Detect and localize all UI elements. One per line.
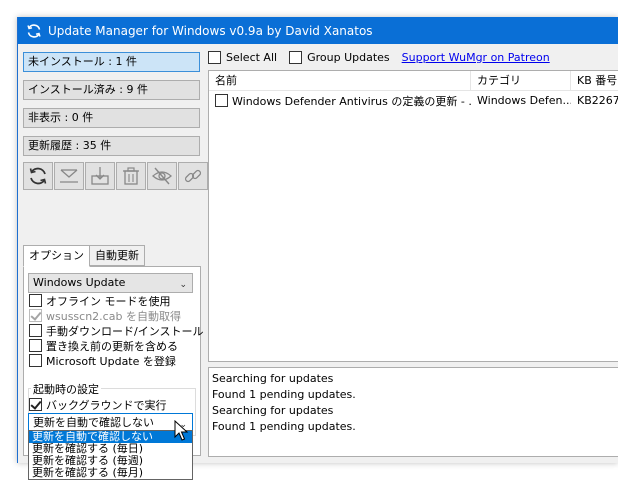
checkbox-label: バックグラウンドで実行 [46,398,167,412]
log-line: Searching for updates [212,404,334,417]
checkbox-box [29,324,42,337]
startup-check-value: 更新を自動で確認しない [33,416,154,429]
action-toolbar [23,162,209,190]
select-all-checkbox[interactable]: Select All [208,50,278,64]
run-in-background-checkbox[interactable]: バックグラウンドで実行 [29,397,167,412]
install-icon [91,167,109,185]
list-options-bar: Select All Group Updates Support WuMgr o… [208,46,550,68]
list-header: 名前 カテゴリ KB 番号 [209,71,618,91]
checkbox-box [29,294,42,307]
hide-button[interactable] [147,162,177,190]
update-source-value: Windows Update [33,276,126,289]
startup-check-dropdown: 更新を自動で確認しない 更新を確認する (毎日) 更新を確認する (毎週) 更新… [28,430,193,480]
log-output: Searching for updates Found 1 pending up… [208,367,618,457]
checkbox-box [208,50,221,64]
tab-options[interactable]: オプション [23,245,90,267]
download-icon [60,169,78,183]
startup-group-label: 起動時の設定 [31,381,101,397]
link-button[interactable] [178,162,208,190]
patreon-link[interactable]: Support WuMgr on Patreon [402,51,550,64]
hide-icon [152,167,172,185]
uninstall-button[interactable] [116,162,146,190]
checkbox-box [29,354,42,367]
column-kb[interactable]: KB 番号 [571,71,618,91]
row-checkbox[interactable] [215,94,228,107]
table-row[interactable]: Windows Defender Antivirus の定義の更新 - ... … [209,91,618,110]
checkbox-label: wsusscn2.cab を自動取得 [46,309,181,323]
log-line: Searching for updates [212,372,334,385]
chevron-down-icon: ⌄ [179,280,187,290]
select-all-label: Select All [226,50,278,64]
window-title: Update Manager for Windows v0.9a by Davi… [48,23,373,38]
dropdown-option[interactable]: 更新を確認する (毎週) [29,455,192,467]
register-microsoft-update-checkbox[interactable]: Microsoft Update を登録 [29,353,176,368]
updates-list: 名前 カテゴリ KB 番号 Windows Defender Antivirus… [208,70,618,362]
dropdown-option[interactable]: 更新を確認する (毎日) [29,443,192,455]
auto-fetch-cab-checkbox[interactable]: wsusscn2.cab を自動取得 [29,308,181,323]
trash-icon [123,167,139,185]
download-button[interactable] [54,162,84,190]
dropdown-option[interactable]: 更新を自動で確認しない [29,431,192,443]
group-updates-label: Group Updates [307,50,390,64]
nav-hidden[interactable]: 非表示 : 0 件 [23,108,200,128]
log-line: Found 1 pending updates. [212,420,356,433]
nav-installed[interactable]: インストール済み : 9 件 [23,80,200,100]
group-updates-checkbox[interactable]: Group Updates [289,50,390,64]
nav-history[interactable]: 更新履歴 : 35 件 [23,136,200,156]
checkbox-box [289,50,303,64]
tab-auto-update[interactable]: 自動更新 [89,245,145,266]
checkbox-label: 手動ダウンロード/インストール [46,324,204,338]
checkbox-box [29,339,42,352]
manual-download-checkbox[interactable]: 手動ダウンロード/インストール [29,323,204,338]
refresh-button[interactable] [23,162,53,190]
column-name[interactable]: 名前 [209,71,471,91]
cell-name: Windows Defender Antivirus の定義の更新 - ... [209,93,471,109]
log-line: Found 1 pending updates. [212,388,356,401]
offline-mode-checkbox[interactable]: オフライン モードを使用 [29,293,171,308]
install-button[interactable] [85,162,115,190]
checkbox-label: 置き換え前の更新を含める [46,339,178,353]
options-tabs: オプション 自動更新 [23,245,145,267]
checkbox-box [29,398,42,411]
cell-kb: KB2267602 [577,94,618,107]
mouse-cursor-icon [174,420,189,441]
app-refresh-icon [27,23,41,38]
checkbox-label: Microsoft Update を登録 [46,354,176,368]
update-source-combo[interactable]: Windows Update ⌄ [28,273,193,293]
nav-not-installed[interactable]: 未インストール : 1 件 [23,52,200,72]
cell-category: Windows Defen... [477,94,571,107]
update-name: Windows Defender Antivirus の定義の更新 - ... [232,94,471,108]
title-bar[interactable]: Update Manager for Windows v0.9a by Davi… [18,17,618,44]
column-category[interactable]: カテゴリ [471,71,571,91]
dropdown-option[interactable]: 更新を確認する (毎月) [29,467,192,479]
checkbox-box [29,309,42,322]
checkbox-label: オフライン モードを使用 [46,294,171,308]
include-superseded-checkbox[interactable]: 置き換え前の更新を含める [29,338,178,353]
link-icon [184,169,202,183]
refresh-icon [29,167,47,185]
